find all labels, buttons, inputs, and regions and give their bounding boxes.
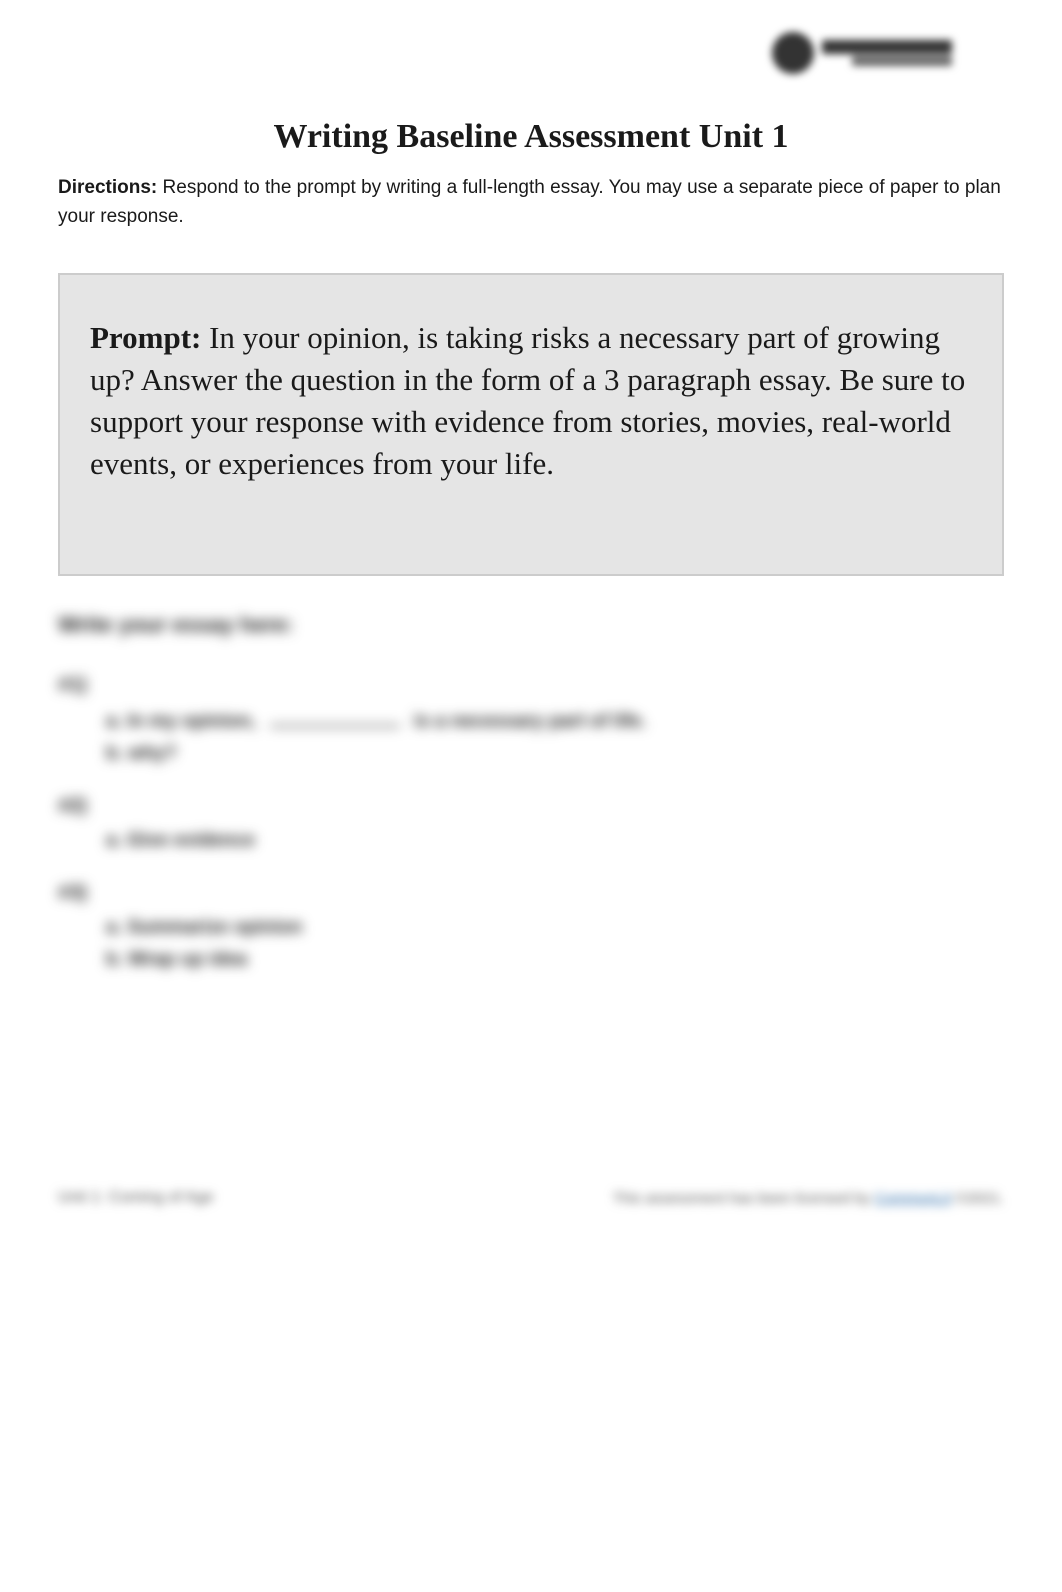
footer-license-link: CommonLit xyxy=(875,1190,952,1207)
paragraph-2-item-a: a. Give evidence xyxy=(106,830,1004,852)
page-footer: Unit 1: Coming of Age This assessment ha… xyxy=(58,1189,1004,1207)
prompt-body: In your opinion, is taking risks a neces… xyxy=(90,320,965,481)
paragraph-3: #3) a. Summarize opinion b. Wrap up idea xyxy=(58,882,1004,971)
footer-license-prefix: This assessment has been licensed by xyxy=(613,1190,875,1207)
item-a-suffix: is a necessary part of life. xyxy=(414,711,646,733)
footer-unit-label: Unit 1: Coming of Age xyxy=(58,1189,214,1207)
directions-text: Directions: Respond to the prompt by wri… xyxy=(58,174,1004,231)
paragraph-3-label: #3) xyxy=(58,882,1004,905)
logo-text xyxy=(822,40,952,66)
footer-license-suffix: ©2021. xyxy=(951,1190,1004,1207)
paragraph-3-item-b: b. Wrap up idea xyxy=(106,949,1004,971)
logo-icon xyxy=(772,32,814,74)
prompt-label: Prompt: xyxy=(90,320,201,355)
page-title: Writing Baseline Assessment Unit 1 xyxy=(58,118,1004,156)
paragraph-1-label: #1) xyxy=(58,674,1004,697)
paragraph-1-item-a: a. In my opinion, is a necessary part of… xyxy=(106,709,1004,733)
directions-label: Directions: xyxy=(58,177,157,198)
prompt-box: Prompt: In your opinion, is taking risks… xyxy=(58,273,1004,576)
paragraph-1-item-b: b. why? xyxy=(106,743,1004,765)
paragraph-2-label: #2) xyxy=(58,795,1004,818)
item-a-prefix: a. In my opinion, xyxy=(106,711,256,733)
essay-outline-blurred: Write your essay here: #1) a. In my opin… xyxy=(58,612,1004,971)
paragraph-3-item-a: a. Summarize opinion xyxy=(106,917,1004,939)
directions-body: Respond to the prompt by writing a full-… xyxy=(58,177,1001,227)
prompt-text: Prompt: In your opinion, is taking risks… xyxy=(90,317,972,484)
footer-license: This assessment has been licensed by Com… xyxy=(613,1190,1004,1207)
blank-line xyxy=(270,709,400,727)
document-content: Writing Baseline Assessment Unit 1 Direc… xyxy=(58,118,1004,971)
essay-heading: Write your essay here: xyxy=(58,612,1004,638)
paragraph-2: #2) a. Give evidence xyxy=(58,795,1004,852)
paragraph-1: #1) a. In my opinion, is a necessary par… xyxy=(58,674,1004,765)
brand-logo xyxy=(772,28,1002,78)
